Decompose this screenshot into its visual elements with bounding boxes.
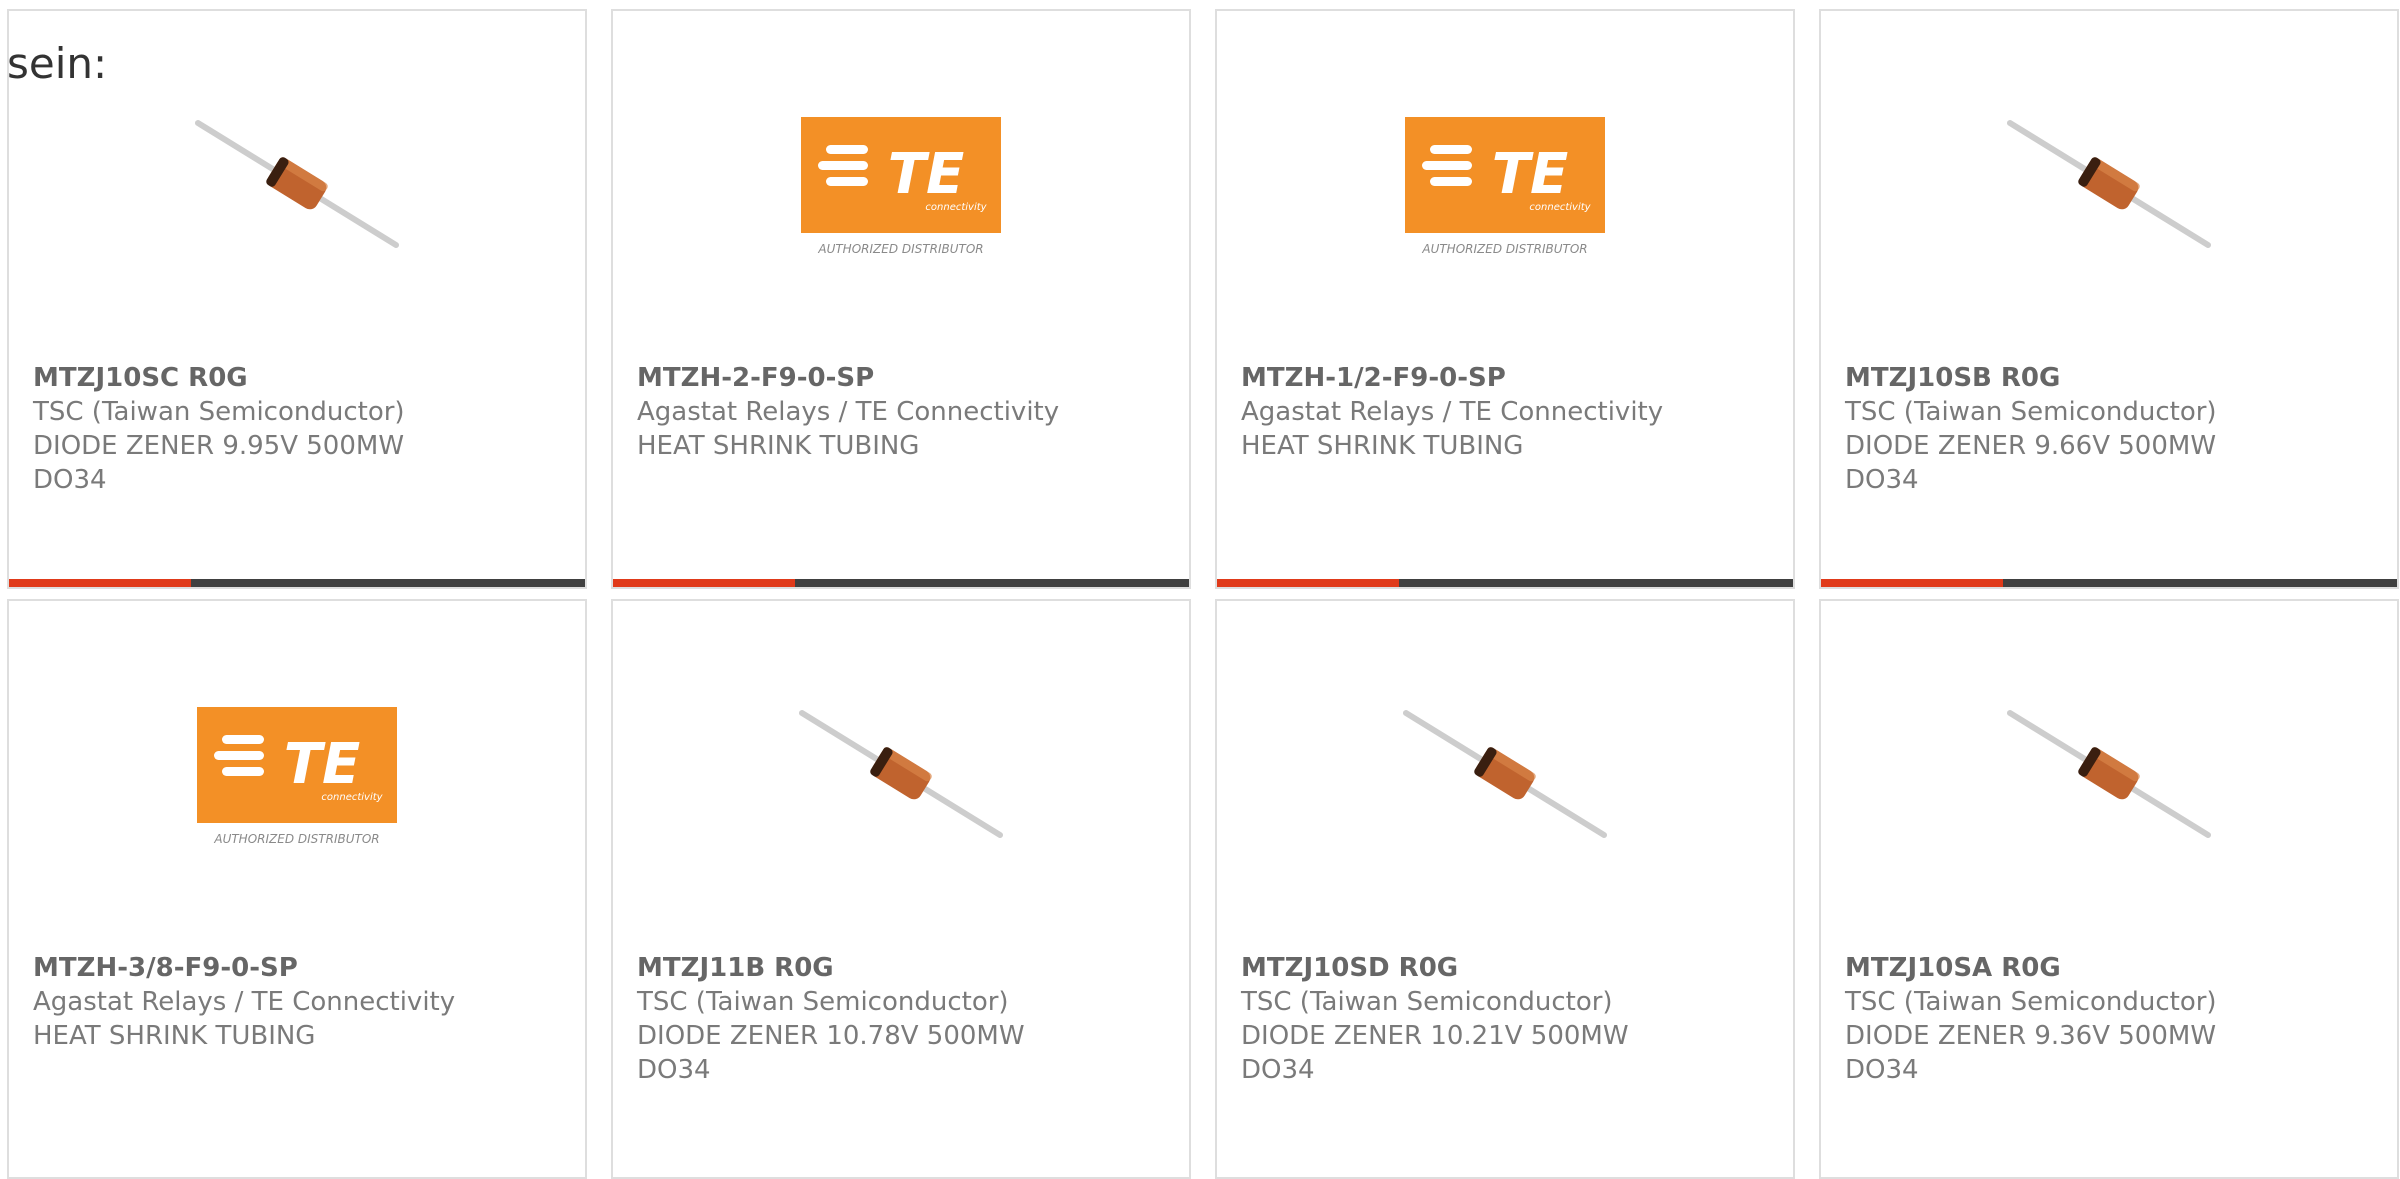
svg-text:TE: TE: [888, 142, 964, 207]
diode-image[interactable]: [1402, 673, 1608, 879]
product-info: MTZJ10SB R0G TSC (Taiwan Semiconductor) …: [1845, 361, 2377, 497]
description: DIODE ZENER 9.95V 500MW: [33, 431, 405, 461]
product-info: MTZJ10SA R0G TSC (Taiwan Semiconductor) …: [1845, 951, 2377, 1087]
product-info: MTZJ11B R0G TSC (Taiwan Semiconductor) D…: [637, 951, 1169, 1087]
package: DO34: [637, 1055, 711, 1085]
description: HEAT SHRINK TUBING: [637, 431, 920, 461]
manufacturer: Agastat Relays / TE Connectivity: [1241, 397, 1664, 427]
part-number-link[interactable]: MTZJ10SA R0G: [1845, 951, 2377, 985]
package: DO34: [1845, 465, 1919, 495]
manufacturer: TSC (Taiwan Semiconductor): [1845, 397, 2217, 427]
svg-text:TE: TE: [1492, 142, 1568, 207]
te-logo-image[interactable]: TE connectivity AUTHORIZED DISTRIBUTOR: [194, 673, 400, 879]
description: HEAT SHRINK TUBING: [33, 1021, 316, 1051]
product-info: MTZH-2-F9-0-SP Agastat Relays / TE Conne…: [637, 361, 1169, 463]
product-card[interactable]: MTZJ10SA R0G TSC (Taiwan Semiconductor) …: [1819, 599, 2399, 1179]
product-card[interactable]: MTZJ10SD R0G TSC (Taiwan Semiconductor) …: [1215, 599, 1795, 1179]
package: DO34: [1241, 1055, 1315, 1085]
product-card[interactable]: TE connectivity AUTHORIZED DISTRIBUTOR M…: [611, 9, 1191, 589]
product-card[interactable]: MTZJ11B R0G TSC (Taiwan Semiconductor) D…: [611, 599, 1191, 1179]
manufacturer: TSC (Taiwan Semiconductor): [33, 397, 405, 427]
diode-image[interactable]: [194, 83, 400, 289]
description: DIODE ZENER 10.21V 500MW: [1241, 1021, 1629, 1051]
manufacturer: TSC (Taiwan Semiconductor): [1241, 987, 1613, 1017]
part-number-link[interactable]: MTZH-1/2-F9-0-SP: [1241, 361, 1773, 395]
manufacturer: TSC (Taiwan Semiconductor): [637, 987, 1009, 1017]
package: DO34: [33, 465, 107, 495]
svg-text:TE: TE: [284, 732, 360, 797]
description: DIODE ZENER 9.36V 500MW: [1845, 1021, 2217, 1051]
te-logo-image[interactable]: TE connectivity AUTHORIZED DISTRIBUTOR: [1402, 83, 1608, 289]
card-footer-bar: [1217, 579, 1793, 587]
svg-text:connectivity: connectivity: [925, 202, 987, 213]
package: DO34: [1845, 1055, 1919, 1085]
manufacturer: Agastat Relays / TE Connectivity: [637, 397, 1060, 427]
svg-text:connectivity: connectivity: [321, 792, 383, 803]
description: HEAT SHRINK TUBING: [1241, 431, 1524, 461]
part-number-link[interactable]: MTZJ10SD R0G: [1241, 951, 1773, 985]
svg-text:AUTHORIZED DISTRIBUTOR: AUTHORIZED DISTRIBUTOR: [817, 242, 983, 256]
svg-text:AUTHORIZED DISTRIBUTOR: AUTHORIZED DISTRIBUTOR: [1421, 242, 1587, 256]
part-number-link[interactable]: MTZH-3/8-F9-0-SP: [33, 951, 565, 985]
part-number-link[interactable]: MTZH-2-F9-0-SP: [637, 361, 1169, 395]
diode-image[interactable]: [2006, 673, 2212, 879]
product-card[interactable]: MTZJ10SC R0G TSC (Taiwan Semiconductor) …: [7, 9, 587, 589]
diode-image[interactable]: [2006, 83, 2212, 289]
description: DIODE ZENER 10.78V 500MW: [637, 1021, 1025, 1051]
manufacturer: TSC (Taiwan Semiconductor): [1845, 987, 2217, 1017]
product-card[interactable]: TE connectivity AUTHORIZED DISTRIBUTOR M…: [7, 599, 587, 1179]
manufacturer: Agastat Relays / TE Connectivity: [33, 987, 456, 1017]
card-footer-bar: [9, 579, 585, 587]
product-card[interactable]: MTZJ10SB R0G TSC (Taiwan Semiconductor) …: [1819, 9, 2399, 589]
svg-text:connectivity: connectivity: [1529, 202, 1591, 213]
te-logo-image[interactable]: TE connectivity AUTHORIZED DISTRIBUTOR: [798, 83, 1004, 289]
diode-image[interactable]: [798, 673, 1004, 879]
card-footer-bar: [613, 579, 1189, 587]
part-number-link[interactable]: MTZJ11B R0G: [637, 951, 1169, 985]
product-info: MTZH-1/2-F9-0-SP Agastat Relays / TE Con…: [1241, 361, 1773, 463]
card-footer-bar: [1821, 579, 2397, 587]
svg-text:AUTHORIZED DISTRIBUTOR: AUTHORIZED DISTRIBUTOR: [213, 832, 379, 846]
product-info: MTZH-3/8-F9-0-SP Agastat Relays / TE Con…: [33, 951, 565, 1053]
part-number-link[interactable]: MTZJ10SB R0G: [1845, 361, 2377, 395]
product-info: MTZJ10SC R0G TSC (Taiwan Semiconductor) …: [33, 361, 565, 497]
product-info: MTZJ10SD R0G TSC (Taiwan Semiconductor) …: [1241, 951, 1773, 1087]
part-number-link[interactable]: MTZJ10SC R0G: [33, 361, 565, 395]
product-card[interactable]: TE connectivity AUTHORIZED DISTRIBUTOR M…: [1215, 9, 1795, 589]
intro-text: sein:: [7, 39, 108, 88]
description: DIODE ZENER 9.66V 500MW: [1845, 431, 2217, 461]
